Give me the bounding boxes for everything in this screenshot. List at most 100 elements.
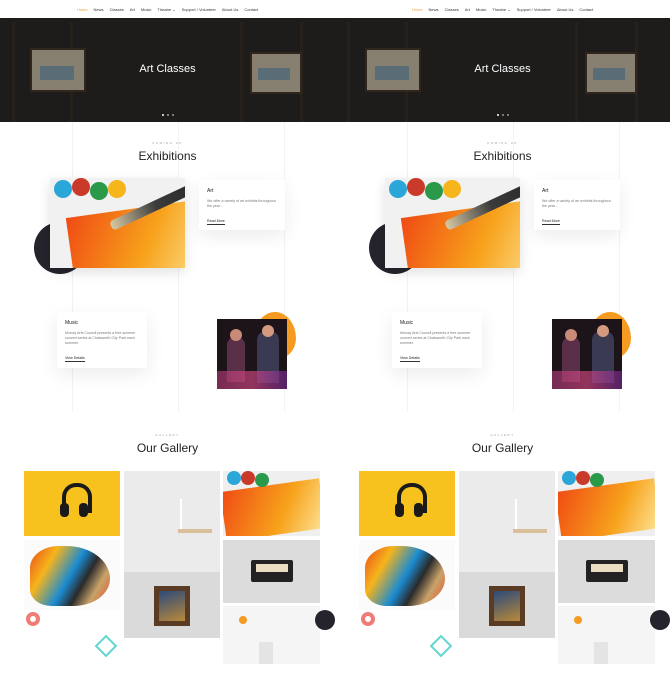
chair-back (180, 499, 182, 529)
nav-item-news[interactable]: News (429, 7, 439, 12)
music-image[interactable] (217, 319, 287, 389)
slider-dot[interactable] (166, 114, 169, 116)
nav-item-theatre[interactable]: Theatre ⌄ (157, 7, 175, 12)
art-read-more-link[interactable]: Read More (542, 219, 560, 225)
nav-item-about[interactable]: About Us (557, 7, 573, 12)
hero-title: Art Classes (139, 63, 196, 75)
portrait (494, 591, 520, 621)
gallery-kicker: GALLERY (155, 433, 180, 437)
paint-blob (54, 180, 72, 198)
exhibitions-title: Exhibitions (138, 149, 197, 163)
nav-item-art[interactable]: Art (465, 7, 470, 12)
nav-item-news[interactable]: News (94, 7, 104, 12)
page-copy-left: Home News Classes Art Music Theatre ⌄ Su… (0, 0, 335, 688)
music-text: Murray Arts Council presents a free summ… (400, 331, 471, 345)
lamp-base (594, 642, 608, 664)
musician-face (262, 325, 274, 337)
decor-circle (315, 610, 335, 630)
nav-item-art[interactable]: Art (130, 7, 135, 12)
page-copy-right: Home News Classes Art Music Theatre ⌄ Su… (335, 0, 670, 688)
decor-circle (650, 610, 670, 630)
nav-item-contact[interactable]: Contact (244, 7, 258, 12)
nav-item-about[interactable]: About Us (222, 7, 238, 12)
art-heading: Art (542, 188, 549, 194)
nav-item-home[interactable]: Home (412, 7, 423, 12)
musician-face (597, 325, 609, 337)
paint-blob (108, 180, 126, 198)
art-read-more-link[interactable]: Read More (207, 219, 225, 225)
nav-item-theatre[interactable]: Theatre ⌄ (492, 7, 510, 12)
gallery-tile-paint[interactable] (223, 471, 320, 536)
cassette-icon (586, 560, 628, 582)
slider-dots (335, 114, 670, 116)
slider-dot[interactable] (501, 114, 504, 116)
gallery-tile-paint[interactable] (558, 471, 655, 536)
nav-item-classes[interactable]: Classes (110, 7, 124, 12)
paint-blob (443, 180, 461, 198)
musician-face (565, 329, 577, 341)
slider-dot[interactable] (496, 114, 499, 116)
paint-blob (576, 471, 590, 485)
headphone-cup (395, 503, 404, 517)
paint-blob (389, 180, 407, 198)
slider-dots (0, 114, 335, 116)
slider-dot[interactable] (161, 114, 164, 116)
gallery-tile-headphones[interactable] (359, 471, 455, 536)
gallery-tile-lamp[interactable] (223, 606, 320, 664)
paint-blob (407, 178, 425, 196)
gallery-tile-portrait[interactable] (124, 572, 220, 638)
art-image[interactable] (50, 178, 185, 268)
nav-item-support[interactable]: Support / Volunteer (517, 7, 551, 12)
cassette-icon (251, 560, 293, 582)
slider-dot[interactable] (171, 114, 174, 116)
gallery-tile-headphones[interactable] (24, 471, 120, 536)
exhibitions-kicker: COMING UP (487, 141, 518, 145)
art-text: We offer a variety of art exhibits throu… (207, 199, 276, 208)
art-text: We offer a variety of art exhibits throu… (542, 199, 611, 208)
music-heading: Music (400, 320, 414, 326)
gallery-tile-portrait[interactable] (459, 572, 555, 638)
music-view-details-link[interactable]: View Details (65, 356, 85, 362)
gallery-title: Our Gallery (136, 441, 199, 455)
hero-banner: Art Classes (0, 18, 335, 122)
gallery-tile-cassette[interactable] (558, 540, 655, 603)
decor-diamond (429, 634, 453, 658)
gallery-tile-face-art[interactable] (359, 540, 455, 610)
slider-dot[interactable] (506, 114, 509, 116)
gallery-tile-face-art[interactable] (24, 540, 120, 610)
top-nav: Home News Classes Art Music Theatre ⌄ Su… (0, 0, 335, 18)
headphone-cup (414, 503, 423, 517)
picture-frame (154, 586, 190, 626)
headphone-cup (79, 503, 88, 517)
paint-blob (562, 471, 576, 485)
paint-swash (400, 198, 520, 268)
abstract-face (30, 546, 110, 606)
music-image[interactable] (552, 319, 622, 389)
art-heading: Art (207, 188, 214, 194)
music-text: Murray Arts Council presents a free summ… (65, 331, 136, 345)
top-nav: Home News Classes Art Music Theatre ⌄ Su… (335, 0, 670, 18)
gallery-kicker: GALLERY (490, 433, 515, 437)
nav-item-classes[interactable]: Classes (445, 7, 459, 12)
lamp-base (259, 642, 273, 664)
chair-seat (513, 529, 547, 533)
decor-ring (361, 612, 375, 626)
paint-blob (227, 471, 241, 485)
gallery-tile-cassette[interactable] (223, 540, 320, 603)
nav-item-contact[interactable]: Contact (579, 7, 593, 12)
paint-swash (65, 198, 185, 268)
decor-diamond (94, 634, 118, 658)
nav-item-support[interactable]: Support / Volunteer (182, 7, 216, 12)
art-card: Art We offer a variety of art exhibits t… (199, 180, 285, 230)
art-image[interactable] (385, 178, 520, 268)
nav-item-music[interactable]: Music (476, 7, 486, 12)
gallery-tile-lamp[interactable] (558, 606, 655, 664)
exhibitions-title: Exhibitions (473, 149, 532, 163)
nav-item-home[interactable]: Home (77, 7, 88, 12)
paint-blob (90, 182, 108, 200)
headphone-cup (60, 503, 69, 517)
hero-title: Art Classes (474, 63, 531, 75)
music-view-details-link[interactable]: View Details (400, 356, 420, 362)
abstract-face (365, 546, 445, 606)
nav-item-music[interactable]: Music (141, 7, 151, 12)
